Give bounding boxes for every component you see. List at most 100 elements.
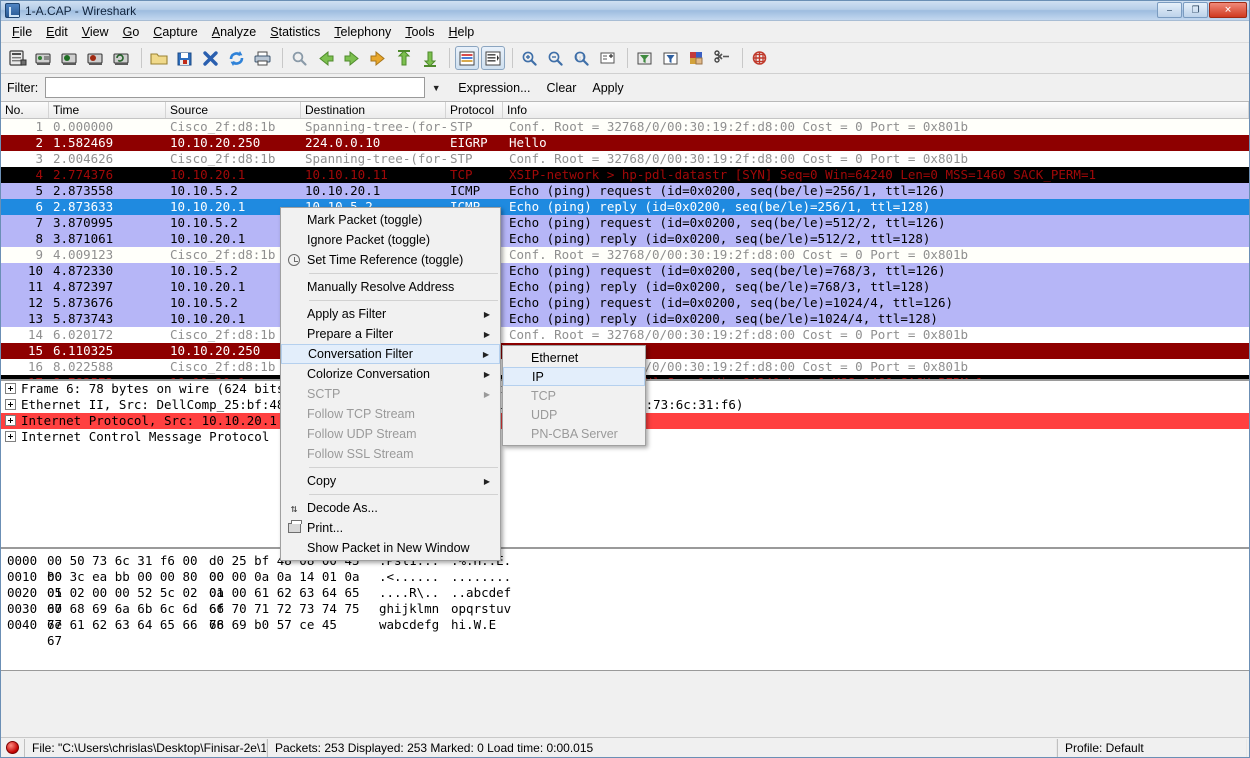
zoom-in-icon[interactable] [518, 46, 542, 70]
maximize-button[interactable]: ❐ [1183, 2, 1208, 18]
ctx-item-print[interactable]: Print... [281, 518, 500, 538]
expand-icon[interactable] [5, 399, 16, 410]
packet-row[interactable]: 4 2.774376 10.10.20.1 10.10.10.11 TCP XSIP-ne… [1, 167, 1249, 183]
packet-row[interactable]: 125.87367610.10.5.210.10.20.1ICMPEcho (p… [1, 295, 1249, 311]
expression-button[interactable]: Expression... [453, 79, 535, 97]
ctx-item-copy[interactable]: Copy ▶ [281, 471, 500, 491]
submenu-item-ip[interactable]: IP [503, 367, 645, 386]
ctx-item-set-time-reference-toggle[interactable]: Set Time Reference (toggle) [281, 250, 500, 270]
menu-view[interactable]: View [75, 23, 116, 41]
zoom-out-icon[interactable] [544, 46, 568, 70]
ctx-item-label: Ignore Packet (toggle) [307, 233, 430, 247]
packet-row[interactable]: 146.020172Cisco_2f:d8:1bSpanning-tree-(f… [1, 327, 1249, 343]
expand-icon[interactable] [5, 431, 16, 442]
menu-go[interactable]: Go [116, 23, 147, 41]
find-packet-icon[interactable] [288, 46, 312, 70]
list-interfaces-icon[interactable] [6, 46, 30, 70]
resize-columns-icon[interactable] [596, 46, 620, 70]
expand-icon[interactable] [5, 383, 16, 394]
packet-list-body[interactable]: 1 0.000000 Cisco_2f:d8:1b Spanning-tree-(fo… [1, 119, 1249, 379]
column-header-protocol[interactable]: Protocol [446, 102, 503, 118]
ctx-item-colorize-conversation[interactable]: Colorize Conversation ▶ [281, 364, 500, 384]
coloring-rules-icon[interactable] [685, 46, 709, 70]
packet-row[interactable]: 135.87374310.10.20.110.10.5.2ICMPEcho (p… [1, 311, 1249, 327]
go-forward-icon[interactable] [340, 46, 364, 70]
packet-row[interactable]: 83.87106110.10.20.110.10.5.2ICMPEcho (pi… [1, 231, 1249, 247]
print-icon[interactable] [251, 46, 275, 70]
column-header-time[interactable]: Time [49, 102, 166, 118]
column-header-no[interactable]: No. [1, 102, 49, 118]
menu-telephony[interactable]: Telephony [327, 23, 398, 41]
help-icon[interactable] [748, 46, 772, 70]
ctx-item-show-packet-in-new-window[interactable]: Show Packet in New Window [281, 538, 500, 558]
zoom-reset-icon[interactable]: 1:1 [570, 46, 594, 70]
packet-list-pane[interactable]: No. Time Source Destination Protocol Info 1 0.… [1, 102, 1249, 381]
ctx-item-apply-as-filter[interactable]: Apply as Filter ▶ [281, 304, 500, 324]
ctx-item-decode-as[interactable]: ⇅ Decode As... [281, 498, 500, 518]
go-first-packet-icon[interactable] [392, 46, 416, 70]
packet-row[interactable]: 1 0.000000 Cisco_2f:d8:1b Spanning-tree-(fo… [1, 119, 1249, 135]
packet-cell-time: 0.000000 [53, 119, 114, 134]
menu-edit[interactable]: Edit [39, 23, 75, 41]
save-file-icon[interactable] [173, 46, 197, 70]
menu-analyze[interactable]: Analyze [205, 23, 263, 41]
hex-row[interactable]: 0020 05 02 00 00 52 5c 02 00 01 00 61 62 6… [1, 585, 1249, 616]
stop-capture-icon[interactable] [84, 46, 108, 70]
menu-tools[interactable]: Tools [398, 23, 441, 41]
packet-row[interactable]: 2 1.582469 10.10.20.250 224.0.0.10 EIGRP Hell… [1, 135, 1249, 151]
minimize-button[interactable]: – [1157, 2, 1182, 18]
conversation-filter-submenu[interactable]: Ethernet IP TCP UDP PN-CBA Server [502, 345, 646, 446]
packet-row[interactable]: 94.009123Cisco_2f:d8:1bSpanning-tree-(fo… [1, 247, 1249, 263]
packet-row[interactable]: 104.87233010.10.5.210.10.20.1ICMPEcho (p… [1, 263, 1249, 279]
start-capture-icon[interactable] [58, 46, 82, 70]
close-button[interactable]: ✕ [1209, 2, 1247, 18]
menu-file[interactable]: File [5, 23, 39, 41]
filter-label: Filter: [7, 80, 39, 95]
menu-help[interactable]: Help [441, 23, 481, 41]
packet-cell-no: 7 [35, 215, 43, 230]
column-header-destination[interactable]: Destination [301, 102, 446, 118]
toolbar-separator [627, 48, 628, 68]
menu-statistics[interactable]: Statistics [263, 23, 327, 41]
capture-options-icon[interactable] [32, 46, 56, 70]
reload-file-icon[interactable] [225, 46, 249, 70]
packet-row[interactable]: 3 2.004626 Cisco_2f:d8:1b Spanning-tree-(fo… [1, 151, 1249, 167]
column-header-info[interactable]: Info [503, 102, 1249, 118]
hex-row[interactable]: 0040 77 61 62 63 64 65 66 67 68 69 b0 57 c… [1, 617, 1249, 648]
ctx-item-conversation-filter[interactable]: Conversation Filter ▶ [281, 344, 500, 364]
hex-row[interactable]: 000000 50 73 6c 31 f6 00 b0d0 25 bf 48 0… [1, 553, 1249, 584]
go-last-packet-icon[interactable] [418, 46, 442, 70]
packet-context-menu[interactable]: Mark Packet (toggle) Ignore Packet (toggl… [280, 207, 501, 561]
packet-row[interactable]: 5 2.873558 10.10.5.2 10.10.20.1 ICMP Echo (pi… [1, 183, 1249, 199]
colorize-toggle-icon[interactable] [455, 46, 479, 70]
ctx-item-mark-packet-toggle[interactable]: Mark Packet (toggle) [281, 210, 500, 230]
filter-input[interactable] [45, 77, 426, 98]
packet-row[interactable]: 114.87239710.10.20.110.10.5.2ICMPEcho (p… [1, 279, 1249, 295]
hex-row[interactable]: 0010 00 3c ea bb 00 00 80 01 00 00 0a 0a 1… [1, 569, 1249, 600]
ctx-item-prepare-a-filter[interactable]: Prepare a Filter ▶ [281, 324, 500, 344]
preferences-icon[interactable] [711, 46, 735, 70]
status-profile[interactable]: Profile: Default [1057, 738, 1247, 757]
column-header-source[interactable]: Source [166, 102, 301, 118]
packet-row[interactable]: 62.87363310.10.20.110.10.5.2ICMPEcho (pi… [1, 199, 1249, 215]
open-file-icon[interactable] [147, 46, 171, 70]
ctx-item-ignore-packet-toggle[interactable]: Ignore Packet (toggle) [281, 230, 500, 250]
hex-row[interactable]: 0030 67 68 69 6a 6b 6c 6d 6e 6f 70 71 72 7… [1, 601, 1249, 632]
display-filters-icon[interactable] [659, 46, 683, 70]
filter-dropdown-icon[interactable]: ▼ [425, 77, 447, 98]
expand-icon[interactable] [5, 415, 16, 426]
restart-capture-icon[interactable] [110, 46, 134, 70]
expert-info-icon[interactable] [6, 741, 19, 754]
autoscroll-toggle-icon[interactable] [481, 46, 505, 70]
capture-filters-icon[interactable] [633, 46, 657, 70]
ctx-item-manually-resolve-address[interactable]: Manually Resolve Address [281, 277, 500, 297]
submenu-item-ethernet[interactable]: Ethernet [503, 348, 645, 367]
apply-filter-button[interactable]: Apply [587, 79, 628, 97]
menu-capture[interactable]: Capture [146, 23, 204, 41]
packet-row[interactable]: 73.87099510.10.5.210.10.20.1ICMPEcho (pi… [1, 215, 1249, 231]
packet-bytes-pane[interactable]: 000000 50 73 6c 31 f6 00 b0d0 25 bf 48 0… [1, 549, 1249, 671]
go-to-packet-icon[interactable] [366, 46, 390, 70]
clear-filter-button[interactable]: Clear [542, 79, 582, 97]
go-back-icon[interactable] [314, 46, 338, 70]
close-file-icon[interactable] [199, 46, 223, 70]
